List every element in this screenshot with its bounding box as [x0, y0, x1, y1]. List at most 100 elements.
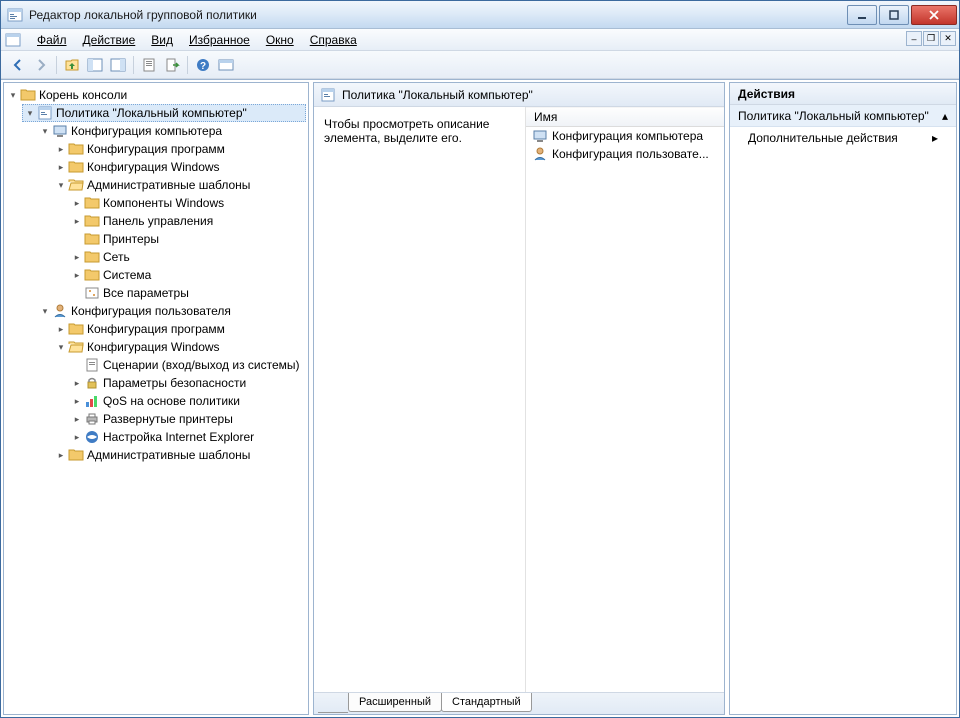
tree-label: Развернутые принтеры	[103, 412, 233, 426]
view-tabs: Расширенный Стандартный	[314, 692, 724, 714]
expand-icon[interactable]: ▸	[72, 432, 82, 442]
back-button[interactable]	[7, 54, 29, 76]
collapse-icon[interactable]: ▾	[56, 180, 66, 190]
mdi-restore-button[interactable]: ❐	[923, 31, 939, 46]
show-hide-tree-button[interactable]	[84, 54, 106, 76]
tree-deployed-printers[interactable]: ▸ Развернутые принтеры	[70, 410, 306, 428]
printer-icon	[84, 411, 100, 427]
expand-icon[interactable]: ▸	[72, 378, 82, 388]
help-button[interactable]: ?	[192, 54, 214, 76]
mdi-close-button[interactable]: ✕	[940, 31, 956, 46]
tree-windows-config-user[interactable]: ▾Конфигурация Windows	[54, 338, 306, 356]
menu-view[interactable]: Вид	[143, 31, 181, 49]
show-hide-actions-button[interactable]	[107, 54, 129, 76]
tree-all-settings[interactable]: ▸Все параметры	[70, 284, 306, 302]
folder-open-icon	[68, 177, 84, 193]
center-pane: Политика "Локальный компьютер" Чтобы про…	[313, 82, 725, 715]
expand-icon[interactable]: ▸	[72, 270, 82, 280]
script-icon	[84, 357, 100, 373]
menu-file[interactable]: Файл	[29, 31, 75, 49]
mdi-controls: ‒ ❐ ✕	[906, 31, 956, 46]
collapse-icon[interactable]: ▾	[8, 90, 18, 100]
folder-icon	[84, 231, 100, 247]
tree-label: Корень консоли	[39, 88, 127, 102]
tab-standard[interactable]: Стандартный	[441, 693, 532, 712]
maximize-button[interactable]	[879, 5, 909, 25]
tree-label: Параметры безопасности	[103, 376, 246, 390]
expand-icon[interactable]: ▸	[56, 450, 66, 460]
list-item-label: Конфигурация компьютера	[552, 129, 703, 143]
tree-computer-configuration[interactable]: ▾ Конфигурация компьютера	[38, 122, 306, 140]
collapse-icon[interactable]: ▴	[942, 109, 948, 123]
tree-admin-templates[interactable]: ▾Административные шаблоны	[54, 176, 306, 194]
expand-icon[interactable]: ▸	[72, 216, 82, 226]
submenu-arrow-icon: ▸	[932, 131, 938, 145]
minimize-button[interactable]	[847, 5, 877, 25]
folder-icon	[84, 267, 100, 283]
close-button[interactable]	[911, 5, 957, 25]
tree-label: Все параметры	[103, 286, 189, 300]
folder-icon	[68, 159, 84, 175]
tree-program-config-user[interactable]: ▸Конфигурация программ	[54, 320, 306, 338]
tree-windows-components[interactable]: ▸Компоненты Windows	[70, 194, 306, 212]
show-console-button[interactable]	[215, 54, 237, 76]
computer-icon	[52, 123, 68, 139]
folder-icon	[68, 447, 84, 463]
menu-favorites[interactable]: Избранное	[181, 31, 258, 49]
tree-windows-config[interactable]: ▸Конфигурация Windows	[54, 158, 306, 176]
tree-policy-local-computer[interactable]: ▾ Политика "Локальный компьютер"	[22, 104, 306, 122]
tree-label: Принтеры	[103, 232, 159, 246]
action-section-policy[interactable]: Политика "Локальный компьютер" ▴	[730, 105, 956, 127]
collapse-icon[interactable]: ▾	[56, 342, 66, 352]
tree-label: Административные шаблоны	[87, 448, 250, 462]
list-item-user-config[interactable]: Конфигурация пользовате...	[526, 145, 724, 163]
ie-icon	[84, 429, 100, 445]
lock-icon	[84, 375, 100, 391]
expand-icon[interactable]: ▸	[56, 144, 66, 154]
tab-spacer	[318, 693, 348, 713]
tree-system[interactable]: ▸Система	[70, 266, 306, 284]
collapse-icon[interactable]: ▾	[40, 306, 50, 316]
expand-icon[interactable]: ▸	[72, 414, 82, 424]
tree-admin-templates-user[interactable]: ▸ Административные шаблоны	[54, 446, 306, 464]
toolbar-separator	[56, 56, 57, 74]
action-section-label: Политика "Локальный компьютер"	[738, 109, 929, 123]
tree-program-config[interactable]: ▸Конфигурация программ	[54, 140, 306, 158]
expand-icon[interactable]: ▸	[72, 198, 82, 208]
forward-button[interactable]	[30, 54, 52, 76]
tree-security-settings[interactable]: ▸ Параметры безопасности	[70, 374, 306, 392]
menu-action[interactable]: Действие	[75, 31, 144, 49]
tree-network[interactable]: ▸ Сеть	[70, 248, 306, 266]
tree-label: QoS на основе политики	[103, 394, 240, 408]
expand-icon[interactable]: ▸	[56, 162, 66, 172]
expand-icon[interactable]: ▸	[72, 252, 82, 262]
collapse-icon[interactable]: ▾	[25, 108, 35, 118]
export-button[interactable]	[161, 54, 183, 76]
tree-qos-policy[interactable]: ▸ QoS на основе политики	[70, 392, 306, 410]
tree-root-console[interactable]: ▾ Корень консоли	[6, 86, 306, 104]
mdi-minimize-button[interactable]: ‒	[906, 31, 922, 46]
svg-text:?: ?	[200, 61, 206, 72]
tree-scripts[interactable]: ▸Сценарии (вход/выход из системы)	[70, 356, 306, 374]
menu-help[interactable]: Справка	[302, 31, 365, 49]
list-item-computer-config[interactable]: Конфигурация компьютера	[526, 127, 724, 145]
column-header-name[interactable]: Имя	[526, 107, 724, 127]
collapse-icon[interactable]: ▾	[40, 126, 50, 136]
expand-icon[interactable]: ▸	[72, 396, 82, 406]
tree-printers[interactable]: ▸Принтеры	[70, 230, 306, 248]
up-button[interactable]	[61, 54, 83, 76]
center-header: Политика "Локальный компьютер"	[314, 83, 724, 107]
description-column: Чтобы просмотреть описание элемента, выд…	[314, 107, 526, 692]
properties-button[interactable]	[138, 54, 160, 76]
tree-ie-settings[interactable]: ▸Настройка Internet Explorer	[70, 428, 306, 446]
folder-icon	[84, 195, 100, 211]
tree-label: Сеть	[103, 250, 130, 264]
tree-user-configuration[interactable]: ▾Конфигурация пользователя	[38, 302, 306, 320]
action-more[interactable]: Дополнительные действия ▸	[730, 127, 956, 149]
menu-window[interactable]: Окно	[258, 31, 302, 49]
tree-control-panel[interactable]: ▸ Панель управления	[70, 212, 306, 230]
tree-label: Панель управления	[103, 214, 213, 228]
tree-label: Сценарии (вход/выход из системы)	[103, 358, 300, 372]
expand-icon[interactable]: ▸	[56, 324, 66, 334]
tab-extended[interactable]: Расширенный	[348, 693, 442, 712]
